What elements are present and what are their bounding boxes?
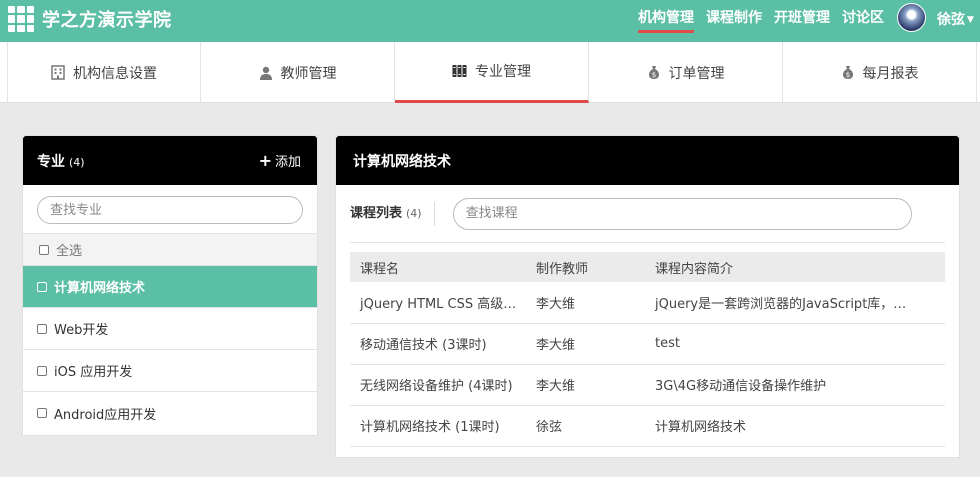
- tab-majors[interactable]: 专业管理: [395, 42, 589, 103]
- major-detail-panel: 计算机网络技术 课程列表(4) 课程名 制作教师 课程内容简介 jQuery H…: [335, 135, 960, 458]
- tab-label: 每月报表: [862, 65, 919, 82]
- table-row[interactable]: 计算机网络技术 (1课时) 徐弦 计算机网络技术: [350, 405, 945, 447]
- course-search-input[interactable]: [452, 197, 912, 230]
- description-cell: 3G\4G移动通信设备操作维护: [645, 364, 945, 406]
- course-name-cell[interactable]: 计算机网络技术 (1课时): [350, 405, 526, 447]
- topnav-org-management[interactable]: 机构管理: [638, 0, 694, 42]
- add-major-button[interactable]: + 添加: [259, 151, 301, 170]
- majors-search-wrap: [23, 185, 317, 234]
- tab-label: 机构信息设置: [73, 65, 157, 82]
- description-cell: jQuery是一套跨浏览器的JavaScript库，…: [645, 282, 945, 324]
- major-checkbox[interactable]: [37, 408, 47, 418]
- majors-count: (4): [69, 155, 85, 169]
- major-item[interactable]: 计算机网络技术: [23, 266, 317, 308]
- svg-text:$: $: [651, 71, 655, 79]
- select-all-checkbox[interactable]: [39, 244, 49, 255]
- major-checkbox[interactable]: [37, 323, 47, 334]
- major-search-input[interactable]: [37, 196, 303, 224]
- tab-label: 专业管理: [475, 64, 531, 80]
- add-label: 添加: [274, 155, 301, 170]
- avatar[interactable]: [897, 3, 926, 32]
- course-search-wrap: [452, 197, 912, 230]
- course-count: (4): [406, 206, 422, 220]
- major-item[interactable]: Android应用开发: [23, 392, 317, 434]
- col-course-name[interactable]: 课程名: [350, 252, 526, 282]
- user-name: 徐弦: [937, 12, 965, 28]
- teacher-cell: 李大维: [526, 364, 645, 406]
- topnav-class-management[interactable]: 开班管理: [774, 0, 830, 42]
- tab-teachers[interactable]: 教师管理: [201, 42, 395, 103]
- tab-orders[interactable]: $ 订单管理: [589, 42, 783, 103]
- course-name-cell[interactable]: 移动通信技术 (3课时): [350, 323, 526, 365]
- grid-logo-icon: [8, 6, 34, 32]
- teacher-cell: 李大维: [526, 282, 645, 324]
- major-item[interactable]: Web开发: [23, 308, 317, 350]
- select-all-row[interactable]: 全选: [23, 234, 317, 266]
- top-nav: 机构管理 课程制作 开班管理 讨论区: [626, 0, 884, 42]
- building-icon: [51, 65, 65, 80]
- description-cell: 计算机网络技术: [645, 405, 945, 447]
- table-header-row: 课程名 制作教师 课程内容简介: [350, 252, 945, 282]
- major-item[interactable]: iOS 应用开发: [23, 350, 317, 392]
- detail-title: 计算机网络技术: [336, 136, 959, 185]
- tab-monthly-report[interactable]: $ 每月报表: [783, 42, 977, 103]
- user-menu[interactable]: 徐弦 ▼: [937, 9, 974, 29]
- plus-icon: +: [258, 151, 272, 170]
- caret-down-icon: ▼: [967, 15, 974, 25]
- majors-panel: 专业 (4) + 添加 全选 计算机网络技术 Web开发 iOS 应用开发 And…: [22, 135, 318, 436]
- major-label: 计算机网络技术: [54, 281, 146, 296]
- course-list-title: 课程列表: [350, 205, 403, 221]
- teacher-cell: 徐弦: [526, 405, 645, 447]
- major-label: Android应用开发: [54, 407, 157, 423]
- major-checkbox[interactable]: [37, 281, 47, 292]
- table-row[interactable]: 无线网络设备维护 (4课时) 李大维 3G\4G移动通信设备操作维护: [350, 364, 945, 406]
- topnav-course-making[interactable]: 课程制作: [706, 0, 762, 42]
- course-list-label: 课程列表 (4): [350, 201, 435, 226]
- description-cell: test: [645, 323, 945, 365]
- major-checkbox[interactable]: [37, 365, 47, 376]
- col-teacher[interactable]: 制作教师: [526, 252, 645, 282]
- course-toolbar: 课程列表 (4): [350, 185, 945, 243]
- topnav-discussion[interactable]: 讨论区: [842, 0, 884, 42]
- course-name-cell[interactable]: jQuery HTML CSS 高级…: [350, 282, 526, 324]
- teacher-cell: 李大维: [526, 323, 645, 365]
- tab-label: 教师管理: [280, 65, 337, 82]
- major-label: iOS 应用开发: [54, 365, 133, 380]
- col-description[interactable]: 课程内容简介: [645, 252, 945, 282]
- tab-label: 订单管理: [668, 65, 725, 82]
- section-tabs: 机构信息设置 教师管理 专业管理 $ 订单管理 $ 每月报表: [0, 42, 980, 103]
- books-icon: [452, 64, 467, 78]
- majors-title: 专业: [37, 153, 65, 170]
- brand-title: 学之方演示学院: [42, 10, 172, 31]
- user-icon: [259, 66, 273, 80]
- course-name-cell[interactable]: 无线网络设备维护 (4课时): [350, 364, 526, 406]
- top-bar: 学之方演示学院 机构管理 课程制作 开班管理 讨论区 徐弦 ▼: [0, 0, 980, 42]
- course-table: 课程名 制作教师 课程内容简介 jQuery HTML CSS 高级… 李大维 …: [350, 252, 945, 447]
- select-all-label: 全选: [56, 244, 83, 259]
- money-bag-icon: $: [841, 65, 855, 80]
- money-bag-icon: $: [647, 65, 661, 80]
- table-row[interactable]: 移动通信技术 (3课时) 李大维 test: [350, 323, 945, 365]
- major-label: Web开发: [54, 323, 109, 338]
- majors-header: 专业 (4) + 添加: [23, 136, 317, 185]
- svg-text:$: $: [845, 71, 849, 79]
- brand[interactable]: 学之方演示学院: [8, 6, 172, 32]
- table-row[interactable]: jQuery HTML CSS 高级… 李大维 jQuery是一套跨浏览器的Ja…: [350, 282, 945, 324]
- tab-org-info[interactable]: 机构信息设置: [7, 42, 201, 103]
